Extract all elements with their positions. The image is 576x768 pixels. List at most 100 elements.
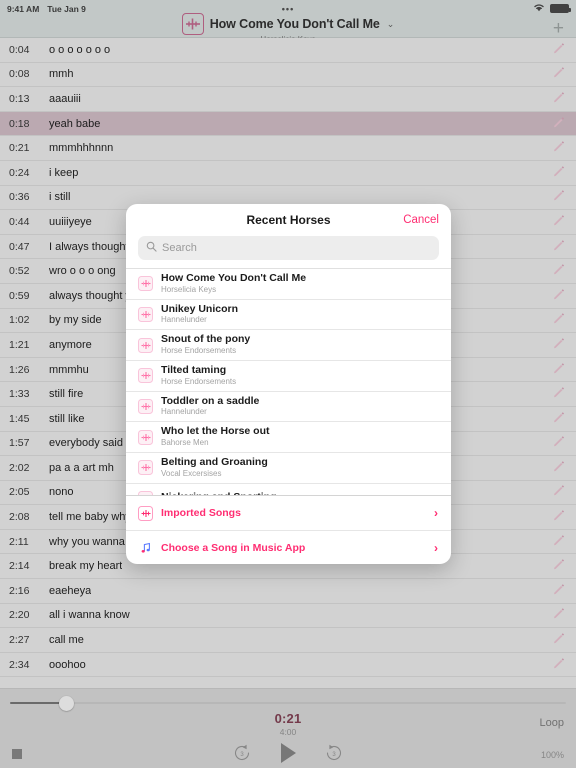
lyric-timestamp: 0:24 xyxy=(9,166,30,179)
list-item[interactable]: Who let the Horse out Bahorse Men xyxy=(126,422,451,454)
song-waveform-icon xyxy=(138,276,153,292)
song-waveform-icon xyxy=(138,429,153,445)
forward-3-icon[interactable]: 3 xyxy=(324,743,344,763)
footer-action-row[interactable]: Choose a Song in Music App › xyxy=(126,530,451,564)
pencil-icon[interactable] xyxy=(552,336,565,354)
pencil-icon[interactable] xyxy=(552,65,565,83)
status-bar-center-dots: ••• xyxy=(281,3,295,14)
add-button[interactable]: + xyxy=(553,19,564,38)
lyric-timestamp: 0:52 xyxy=(9,265,30,278)
pencil-icon[interactable] xyxy=(552,361,565,379)
pencil-icon[interactable] xyxy=(552,459,565,477)
lyric-timestamp: 2:05 xyxy=(9,486,30,499)
pencil-icon[interactable] xyxy=(552,606,565,624)
lyric-text: wro o o o ong xyxy=(49,265,116,278)
lyric-text: mmmhhhnnn xyxy=(49,142,114,155)
list-item[interactable]: Toddler on a saddle Hannelunder xyxy=(126,392,451,423)
lyric-text: I always thought xyxy=(49,240,129,253)
recent-songs-list[interactable]: How Come You Don't Call Me Horselicia Key… xyxy=(126,268,451,495)
search-placeholder: Search xyxy=(162,242,197,254)
table-row[interactable]: 2:20 all i wanna know xyxy=(0,603,576,629)
pencil-icon[interactable] xyxy=(552,238,565,256)
rewind-3-icon[interactable]: 3 xyxy=(232,743,252,763)
transport-controls: 3 3 xyxy=(0,741,576,765)
lyric-text: break my heart xyxy=(49,560,123,573)
pencil-icon[interactable] xyxy=(552,287,565,305)
footer-action-row[interactable]: Imported Songs › xyxy=(126,496,451,530)
lyric-text: eaeheya xyxy=(49,584,92,597)
status-bar-time: 9:41 AM xyxy=(7,3,40,14)
pencil-icon[interactable] xyxy=(552,434,565,452)
nav-bar: How Come You Don't Call Me ⌄ Horselicia … xyxy=(0,13,576,44)
pencil-icon[interactable] xyxy=(552,115,565,133)
pencil-icon[interactable] xyxy=(552,213,565,231)
song-artist: Vocal Excersises xyxy=(161,468,222,478)
search-input[interactable]: Search xyxy=(138,236,439,260)
lyric-timestamp: 2:34 xyxy=(9,658,30,671)
battery-icon xyxy=(550,4,571,13)
table-row[interactable]: 2:34 ooohoo xyxy=(0,652,576,678)
lyric-timestamp: 2:08 xyxy=(9,511,30,524)
page-title: How Come You Don't Call Me xyxy=(209,17,380,31)
lyric-timestamp: 0:04 xyxy=(9,43,30,56)
pencil-icon[interactable] xyxy=(552,164,565,182)
search-icon xyxy=(146,239,157,257)
lyric-text: o o o o o o o xyxy=(49,43,111,56)
table-row[interactable]: 0:24 i keep xyxy=(0,160,576,186)
table-row[interactable]: 0:04 o o o o o o o xyxy=(0,38,576,63)
cancel-button[interactable]: Cancel xyxy=(403,214,439,226)
list-item[interactable]: Snout of the pony Horse Endorsements xyxy=(126,330,451,362)
lyric-timestamp: 2:11 xyxy=(9,535,29,548)
table-row[interactable]: 2:27 call me xyxy=(0,628,576,653)
lyric-timestamp: 2:14 xyxy=(9,560,30,573)
scrubber-handle[interactable] xyxy=(58,696,74,711)
loop-button[interactable]: Loop xyxy=(540,717,564,729)
pencil-icon[interactable] xyxy=(552,262,565,280)
lyric-timestamp: 0:47 xyxy=(9,240,30,253)
song-text-block: Belting and Groaning Vocal Excersises xyxy=(161,456,268,479)
app-root: 9:41 AM Tue Jan 9 ••• How Come You Don't… xyxy=(0,0,576,768)
chevron-down-icon[interactable]: ⌄ xyxy=(387,19,395,30)
svg-text:3: 3 xyxy=(332,752,336,758)
list-item[interactable]: How Come You Don't Call Me Horselicia Key… xyxy=(126,269,451,300)
time-display: 0:21 4:00 xyxy=(0,711,576,737)
lyric-timestamp: 0:18 xyxy=(9,117,30,130)
song-name: Snout of the pony xyxy=(161,333,251,346)
pencil-icon[interactable] xyxy=(552,631,565,649)
play-icon[interactable] xyxy=(277,741,299,765)
pencil-icon[interactable] xyxy=(552,41,565,59)
speed-button[interactable]: 100% xyxy=(541,750,564,760)
list-item[interactable]: Unikey Unicorn Hannelunder xyxy=(126,300,451,331)
pencil-icon[interactable] xyxy=(552,508,565,526)
pencil-icon[interactable] xyxy=(552,410,565,428)
table-row[interactable]: 2:16 eaeheya xyxy=(0,579,576,604)
pencil-icon[interactable] xyxy=(552,188,565,206)
pencil-icon[interactable] xyxy=(552,656,565,674)
lyric-timestamp: 0:44 xyxy=(9,215,30,228)
pencil-icon[interactable] xyxy=(552,90,565,108)
lyric-timestamp: 2:02 xyxy=(9,461,30,474)
list-item[interactable]: Nickering and Snorting xyxy=(126,484,451,495)
nav-title-row[interactable]: How Come You Don't Call Me ⌄ xyxy=(181,13,395,35)
lyric-text: ooohoo xyxy=(49,658,86,671)
table-row[interactable]: 0:21 mmmhhhnnn xyxy=(0,136,576,161)
pencil-icon[interactable] xyxy=(552,483,565,501)
pencil-icon[interactable] xyxy=(552,582,565,600)
pencil-icon[interactable] xyxy=(552,139,565,157)
song-name: Who let the Horse out xyxy=(161,425,270,438)
pencil-icon[interactable] xyxy=(552,557,565,575)
list-item[interactable]: Tilted taming Horse Endorsements xyxy=(126,361,451,392)
chevron-right-icon: › xyxy=(434,540,438,555)
song-waveform-icon xyxy=(138,399,153,415)
lyric-text: uuiiiyeye xyxy=(49,215,92,228)
pencil-icon[interactable] xyxy=(552,385,565,403)
table-row[interactable]: 0:08 mmh xyxy=(0,62,576,88)
pencil-icon[interactable] xyxy=(552,533,565,551)
list-item[interactable]: Belting and Groaning Vocal Excersises xyxy=(126,453,451,484)
scrubber[interactable] xyxy=(10,696,566,711)
song-artist: Hannelunder xyxy=(161,315,207,325)
table-row[interactable]: 0:18 yeah babe xyxy=(0,111,576,137)
footer-action-label: Choose a Song in Music App xyxy=(161,541,306,554)
table-row[interactable]: 0:13 aaauiii xyxy=(0,87,576,112)
pencil-icon[interactable] xyxy=(552,311,565,329)
